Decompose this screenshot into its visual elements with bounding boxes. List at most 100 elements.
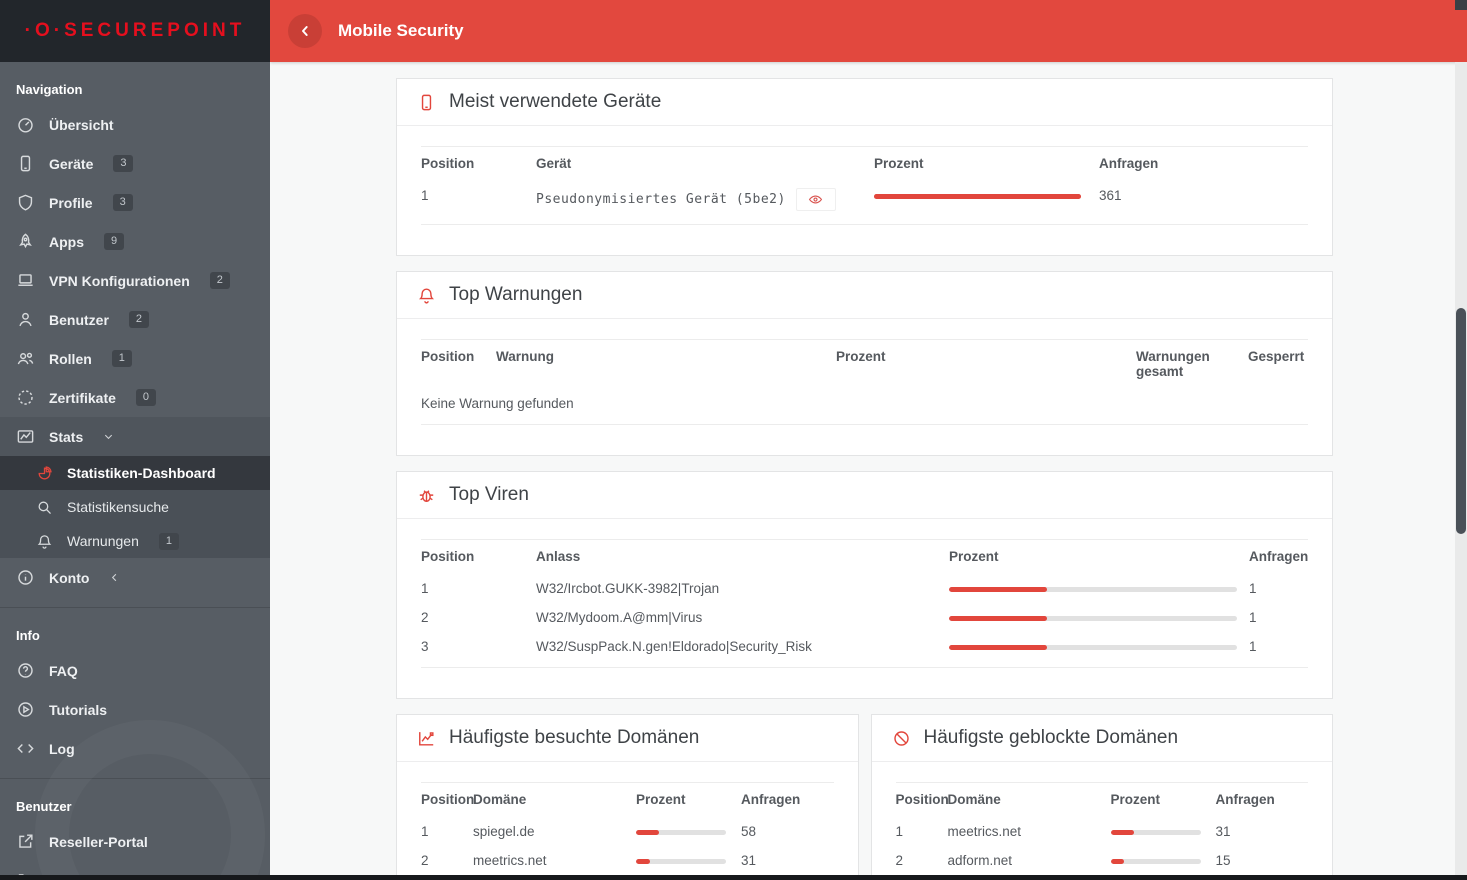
sidebar-item-zertifikate[interactable]: Zertifikate 0 <box>0 378 270 417</box>
rocket-icon <box>16 232 35 251</box>
sidebar-item-tutorials[interactable]: Tutorials <box>0 690 270 729</box>
position-cell: 1 <box>421 581 429 596</box>
securepoint-logo: ·O·SECUREPOINT <box>24 20 246 41</box>
table-row: 1 W32/Ircbot.GUKK-3982|Trojan 1 <box>421 574 1308 603</box>
column-header: Prozent <box>1110 782 1216 817</box>
column-header: Domäne <box>473 782 636 817</box>
sidebar-item-apps[interactable]: Apps 9 <box>0 222 270 261</box>
sidebar-item-label: Statistikensuche <box>67 499 169 515</box>
search-icon <box>36 499 53 516</box>
empty-message: Keine Warnung gefunden <box>421 389 1308 425</box>
count-badge: 1 <box>158 532 179 550</box>
scrollbar-track[interactable] <box>1455 62 1467 880</box>
card-title: Häufigste geblockte Domänen <box>923 727 1179 748</box>
progress-track <box>949 616 1237 621</box>
sidebar-item-warnungen[interactable]: Warnungen 1 <box>0 524 270 558</box>
table-row: 1 meetrics.net 31 <box>896 817 1309 846</box>
view-device-button[interactable] <box>795 188 836 211</box>
column-header: Position <box>421 539 536 574</box>
device-cell: Pseudonymisiertes Gerät (5be2) <box>536 181 874 225</box>
table-row: 1 Pseudonymisiertes Gerät (5be2) 361 <box>421 181 1308 225</box>
sidebar-item-label: FAQ <box>49 662 78 679</box>
progress-track <box>1110 830 1201 835</box>
sidebar-item-profile[interactable]: Profile 3 <box>0 183 270 222</box>
card-header: Top Viren <box>397 472 1332 519</box>
users-icon <box>16 349 35 368</box>
requests-cell: 361 <box>1099 181 1308 225</box>
chart-icon <box>16 427 35 446</box>
blocked-domains-table: Position Domäne Prozent Anfragen 1 meetr… <box>895 782 1309 880</box>
play-icon <box>16 700 35 719</box>
count-badge: 3 <box>113 155 134 172</box>
nav-section-label: Navigation <box>16 82 83 97</box>
chevron-left-icon <box>297 23 313 39</box>
percent-cell <box>949 603 1249 632</box>
position-cell: 3 <box>421 632 536 668</box>
bug-icon <box>417 486 436 505</box>
progress-track <box>874 194 1081 199</box>
progress-track <box>636 859 726 864</box>
requests-cell: 1 <box>1249 581 1257 596</box>
count-badge: 2 <box>209 272 230 289</box>
percent-cell <box>874 181 1099 225</box>
sidebar-item-log[interactable]: Log <box>0 729 270 768</box>
shield-icon <box>16 193 35 212</box>
sidebar-item-statistikensuche[interactable]: Statistikensuche <box>0 490 270 524</box>
requests-cell: 1 <box>1249 610 1257 625</box>
certificate-icon <box>16 388 35 407</box>
sidebar-item-rollen[interactable]: Rollen 1 <box>0 339 270 378</box>
visited-domains-table: Position Domäne Prozent Anfragen 1 spieg… <box>421 782 834 880</box>
gauge-icon <box>16 115 35 134</box>
back-button[interactable] <box>288 14 322 48</box>
sidebar-item-label: Rollen <box>49 350 92 367</box>
scrollbar-corner <box>1455 0 1467 10</box>
sidebar-item-statistiken-dashboard[interactable]: Statistiken-Dashboard <box>0 456 270 490</box>
eye-icon <box>808 192 823 207</box>
device-name: Pseudonymisiertes Gerät (5be2) <box>536 192 786 208</box>
progress-fill <box>949 616 1047 621</box>
position-cell: 1 <box>421 824 429 839</box>
card-visited-domains: Häufigste besuchte Domänen Position Domä… <box>396 714 859 880</box>
requests-cell: 58 <box>741 824 757 839</box>
column-header: Warnung <box>496 339 836 389</box>
info-section-label: Info <box>16 628 40 643</box>
sidebar-item-faq[interactable]: FAQ <box>0 651 270 690</box>
progress-fill <box>636 830 660 835</box>
sidebar-item-label: Benutzer <box>49 311 109 328</box>
empty-row: Keine Warnung gefunden <box>421 389 1308 425</box>
sidebar-item-stats[interactable]: Stats <box>0 417 270 456</box>
position-cell: 1 <box>421 181 536 225</box>
external-link-icon <box>16 832 35 851</box>
sidebar-item-label: Statistiken-Dashboard <box>67 465 216 481</box>
sidebar-item-label: Tutorials <box>49 701 108 718</box>
sidebar-item-vpn-konfigurationen[interactable]: VPN Konfigurationen 2 <box>0 261 270 300</box>
devices-table: Position Gerät Prozent Anfragen 1 Pseudo… <box>421 146 1308 225</box>
column-header: Anfragen <box>1215 782 1308 817</box>
smartphone-icon <box>417 93 436 112</box>
laptop-icon <box>16 271 35 290</box>
app-header: Mobile Security <box>270 0 1467 62</box>
bell-icon <box>417 286 436 305</box>
column-header: Anfragen <box>1099 146 1308 181</box>
sidebar-item-label: Warnungen <box>67 533 139 549</box>
scrollbar-thumb[interactable] <box>1456 308 1466 534</box>
progress-track <box>636 830 726 835</box>
sidebar-item-konto[interactable]: Konto <box>0 558 270 597</box>
table-row: 3 W32/SuspPack.N.gen!Eldorado|Security_R… <box>421 632 1308 668</box>
sidebar-item-benutzer[interactable]: Benutzer 2 <box>0 300 270 339</box>
column-header: Prozent <box>836 339 1136 389</box>
code-icon <box>16 739 35 758</box>
sidebar-item-uebersicht[interactable]: Übersicht <box>0 105 270 144</box>
chevron-down-icon <box>103 431 114 442</box>
sidebar-item-label: Profile <box>49 194 93 211</box>
sidebar-item-reseller-portal[interactable]: Reseller-Portal <box>0 822 270 861</box>
sidebar-item-geraete[interactable]: Geräte 3 <box>0 144 270 183</box>
position-cell: 1 <box>895 824 904 839</box>
ban-icon <box>892 729 911 748</box>
column-header: Prozent <box>636 782 741 817</box>
requests-cell: 31 <box>1215 824 1231 839</box>
requests-cell: 1 <box>1249 632 1308 668</box>
bell-icon <box>36 533 53 550</box>
position-cell: 2 <box>421 610 429 625</box>
card-title: Top Warnungen <box>449 284 583 305</box>
